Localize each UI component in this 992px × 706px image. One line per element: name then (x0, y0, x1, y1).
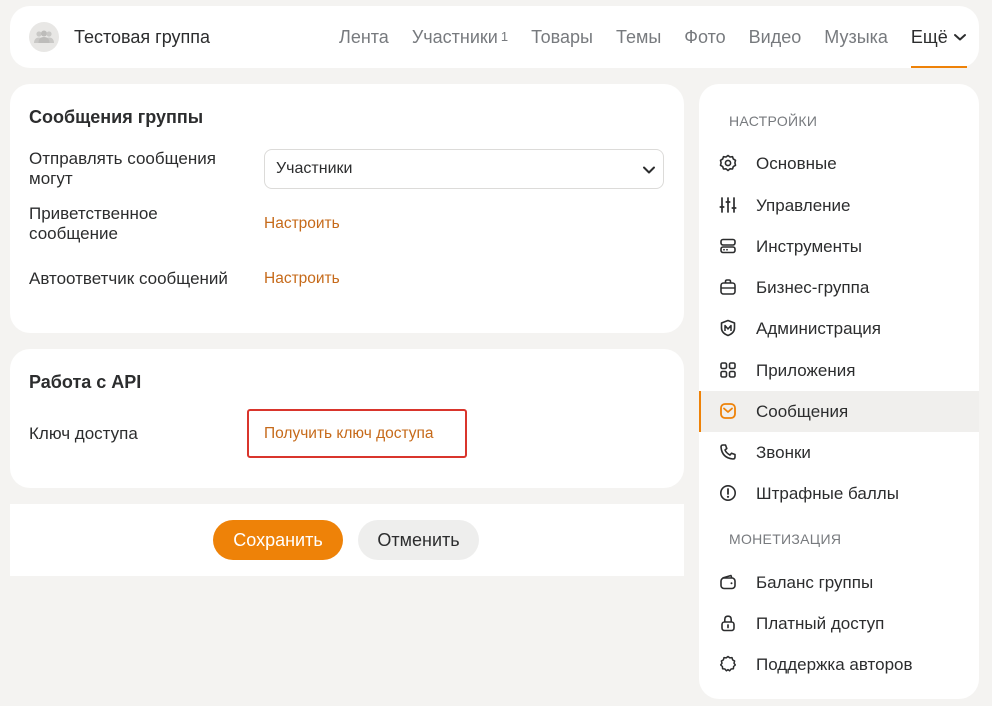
nav-more[interactable]: Ещё (910, 6, 967, 68)
nav-video[interactable]: Видео (749, 6, 802, 68)
nav-music[interactable]: Музыка (824, 6, 888, 68)
group-messages-card: Сообщения группы Отправлять сообщения мо… (10, 84, 684, 333)
admin-shield-icon (718, 318, 738, 338)
chevron-down-icon (953, 32, 967, 42)
sidebar-item-business[interactable]: Бизнес-группа (699, 267, 979, 308)
nav-members[interactable]: Участники 1 (412, 6, 508, 68)
save-button[interactable]: Сохранить (213, 520, 343, 560)
apps-grid-icon (718, 360, 738, 380)
get-access-key-link[interactable]: Получить ключ доступа (264, 424, 434, 444)
sidebar-item-author-support[interactable]: Поддержка авторов (699, 644, 979, 685)
who-can-send-label: Отправлять сообщения могут (29, 149, 216, 188)
who-can-send-select[interactable]: Участники (264, 149, 664, 189)
api-card-title: Работа с API (29, 372, 142, 392)
sidebar-item-paid-access[interactable]: Платный доступ (699, 603, 979, 644)
who-can-send-value: Участники (276, 160, 353, 177)
access-key-label: Ключ доступа (29, 424, 138, 443)
monetization-section-title: МОНЕТИЗАЦИЯ (729, 531, 842, 547)
nav-feed[interactable]: Лента (339, 6, 389, 68)
sliders-icon (718, 195, 738, 215)
nav-topics[interactable]: Темы (616, 6, 661, 68)
settings-section-title: НАСТРОЙКИ (729, 113, 818, 129)
sidebar-item-messages[interactable]: Сообщения (699, 391, 979, 432)
group-name[interactable]: Тестовая группа (74, 26, 210, 48)
wallet-icon (718, 572, 738, 592)
lock-icon (718, 613, 738, 633)
chevron-down-icon (642, 163, 656, 181)
group-users-icon (34, 30, 54, 43)
badge-icon (718, 654, 738, 674)
messages-card-title: Сообщения группы (29, 107, 204, 127)
sidebar-item-calls[interactable]: Звонки (699, 432, 979, 473)
nav-products[interactable]: Товары (531, 6, 593, 68)
group-header: Тестовая группа Лента Участники 1 Товары … (10, 6, 979, 68)
warning-circle-icon (718, 483, 738, 503)
group-avatar[interactable] (29, 22, 59, 52)
autoreply-configure-link[interactable]: Настроить (264, 269, 340, 289)
sidebar-item-tools[interactable]: Инструменты (699, 226, 979, 267)
settings-sidebar: НАСТРОЙКИ Основные Управление Инструмент… (699, 84, 979, 699)
sidebar-item-apps[interactable]: Приложения (699, 350, 979, 391)
nav-photo[interactable]: Фото (684, 6, 725, 68)
welcome-message-label: Приветственное сообщение (29, 204, 158, 243)
group-nav: Лента Участники 1 Товары Темы Фото Видео … (339, 6, 967, 68)
sidebar-item-administration[interactable]: Администрация (699, 308, 979, 349)
envelope-icon (718, 401, 738, 421)
phone-icon (718, 442, 738, 462)
sidebar-item-penalty-points[interactable]: Штрафные баллы (699, 473, 979, 514)
gear-icon (718, 153, 738, 173)
sidebar-item-management[interactable]: Управление (699, 185, 979, 226)
tools-icon (718, 236, 738, 256)
members-count: 1 (500, 29, 509, 44)
welcome-message-configure-link[interactable]: Настроить (264, 214, 340, 234)
api-card: Работа с API Ключ доступа Получить ключ … (10, 349, 684, 488)
autoreply-label: Автоответчик сообщений (29, 269, 228, 288)
sidebar-item-general[interactable]: Основные (699, 143, 979, 184)
cancel-button[interactable]: Отменить (358, 520, 479, 560)
briefcase-icon (718, 277, 738, 297)
form-actions: Сохранить Отменить (10, 504, 684, 576)
sidebar-item-group-balance[interactable]: Баланс группы (699, 562, 979, 603)
